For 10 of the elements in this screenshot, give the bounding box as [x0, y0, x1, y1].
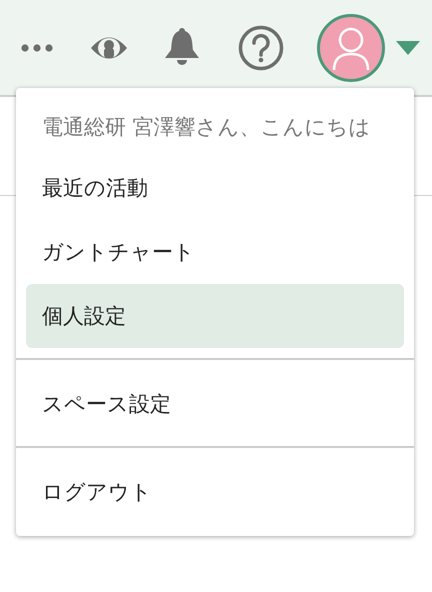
menu-item[interactable]: スペース設定	[26, 372, 404, 436]
help-icon[interactable]	[238, 24, 284, 70]
menu-item[interactable]: 最近の活動	[26, 156, 404, 220]
menu-item[interactable]: ログアウト	[26, 460, 404, 524]
caret-icon[interactable]	[396, 40, 420, 54]
menu-item[interactable]: 個人設定	[26, 284, 404, 348]
greeting-text: 電通総研 宮澤響さん、こんにちは	[41, 114, 372, 141]
bell-icon[interactable]	[163, 26, 201, 66]
menu-item[interactable]: ガントチャート	[26, 220, 404, 284]
more-icon[interactable]	[20, 42, 54, 52]
